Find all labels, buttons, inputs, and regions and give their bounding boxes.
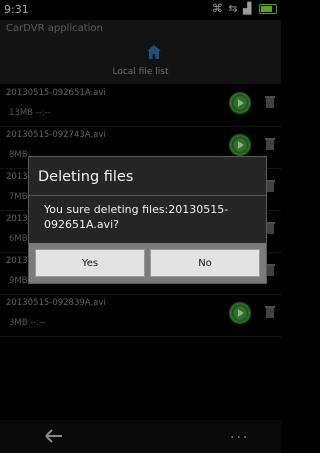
yes-button[interactable]: Yes bbox=[35, 249, 145, 277]
delete-dialog: Deleting files You sure deleting files:2… bbox=[28, 156, 267, 284]
dialog-button-bar: Yes No bbox=[29, 243, 266, 283]
dialog-title: Deleting files bbox=[38, 169, 134, 185]
dialog-message: You sure deleting files:20130515-092651A… bbox=[44, 203, 229, 231]
dialog-divider bbox=[29, 195, 266, 196]
no-button[interactable]: No bbox=[150, 249, 260, 277]
